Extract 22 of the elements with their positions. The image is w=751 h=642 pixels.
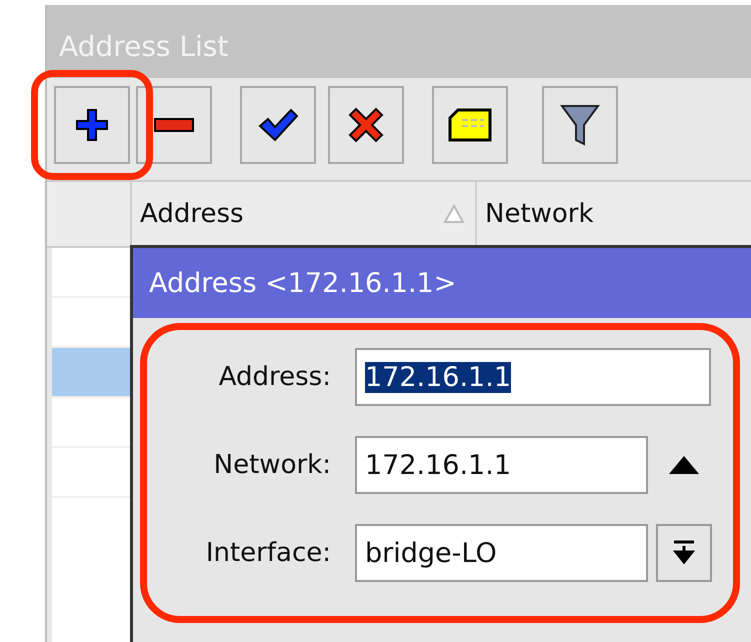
minus-icon — [154, 118, 194, 132]
filter-icon — [560, 103, 600, 147]
dropdown-button[interactable] — [656, 524, 712, 582]
enable-button[interactable] — [240, 86, 316, 164]
field-label: Interface: — [204, 538, 331, 568]
input-field[interactable]: bridge-LO — [355, 524, 648, 582]
remove-button[interactable] — [136, 86, 212, 164]
field-label: Address: — [218, 362, 331, 392]
filter-button[interactable] — [542, 86, 618, 164]
dialog-title: Address <172.16.1.1> — [133, 248, 751, 318]
arrow-down-icon — [673, 540, 695, 566]
field-label: Network: — [212, 450, 331, 480]
input-field[interactable]: 172.16.1.1 — [355, 436, 648, 494]
comment-button[interactable] — [432, 86, 508, 164]
check-icon — [258, 108, 298, 142]
cross-icon — [348, 107, 384, 143]
note-icon — [448, 108, 492, 142]
input-field[interactable]: 172.16.1.1 — [355, 348, 711, 406]
triangle-up-icon[interactable] — [668, 455, 700, 475]
disable-button[interactable] — [328, 86, 404, 164]
add-button[interactable] — [54, 86, 130, 164]
plus-icon — [75, 108, 109, 142]
